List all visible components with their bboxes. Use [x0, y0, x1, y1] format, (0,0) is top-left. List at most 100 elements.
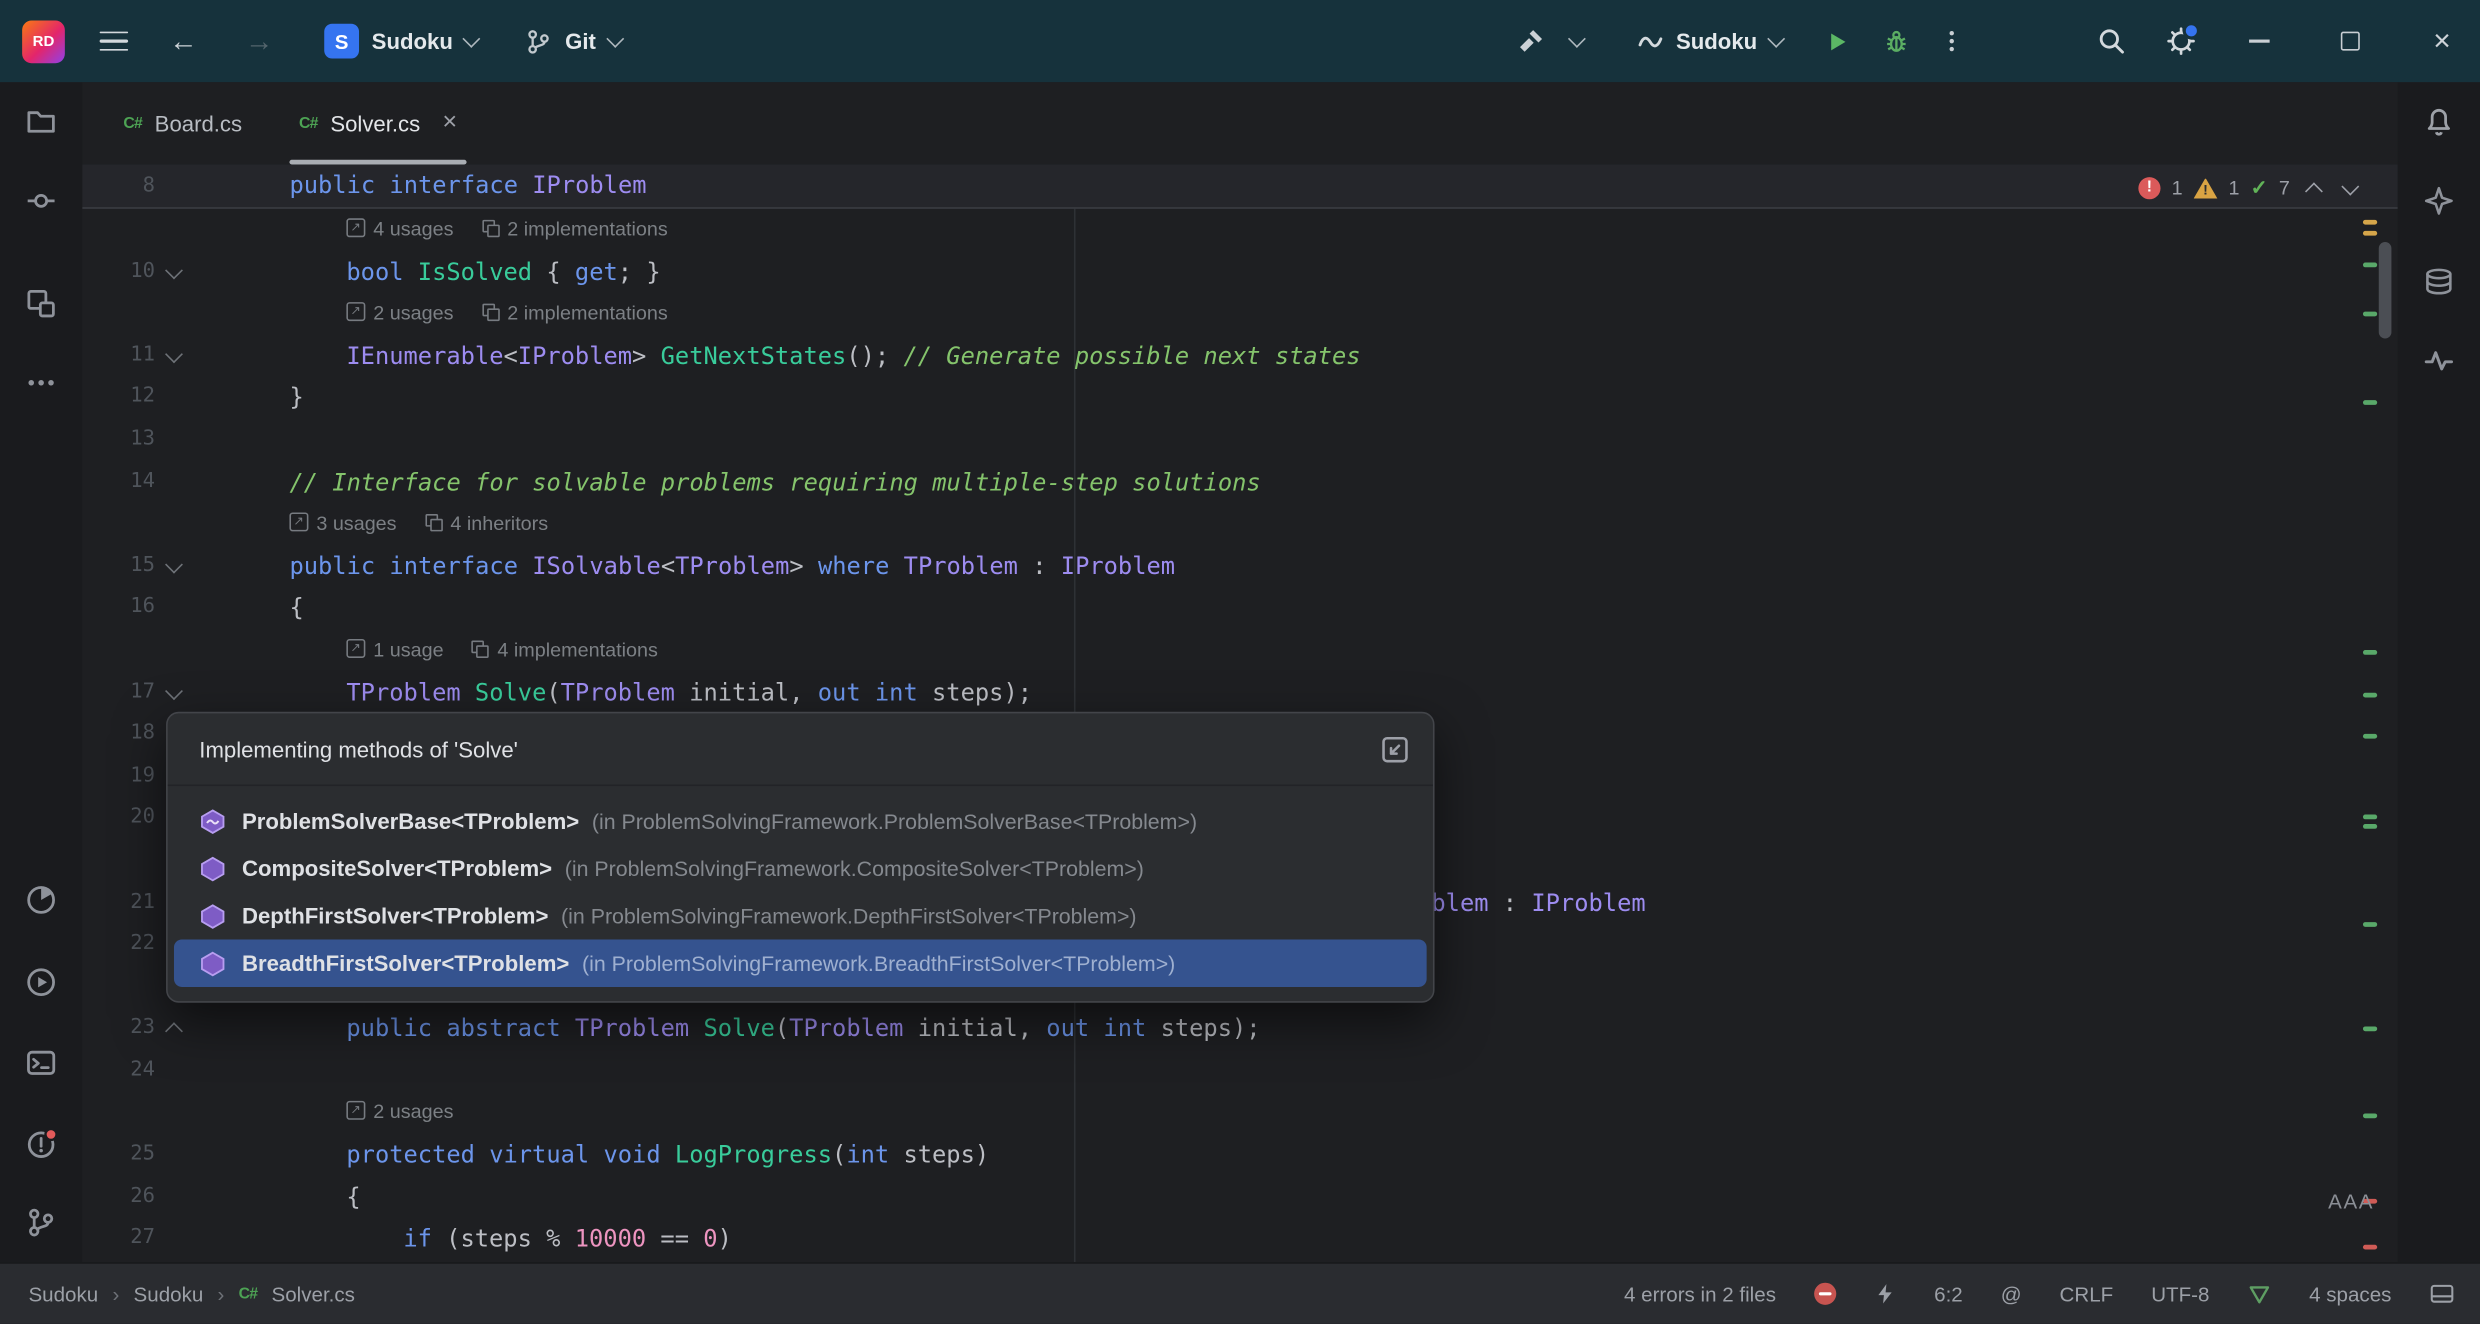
fold-toggle-icon[interactable]	[155, 545, 196, 587]
main-menu-button[interactable]	[100, 31, 128, 52]
fold-toggle-icon[interactable]	[155, 1008, 196, 1050]
maximize-button[interactable]	[2334, 25, 2366, 57]
encoding-selector[interactable]: UTF-8	[2151, 1282, 2209, 1306]
popup-item[interactable]: BreadthFirstSolver<TProblem>(in ProblemS…	[174, 939, 1427, 986]
terminal-tool-button[interactable]	[25, 1047, 57, 1079]
code-line[interactable]: 23public abstract TProblem Solve(TProble…	[82, 1008, 2398, 1050]
code-line[interactable]: 25protected virtual void LogProgress(int…	[82, 1134, 2398, 1176]
popup-item[interactable]: ProblemSolverBase<TProblem>(in ProblemSo…	[174, 797, 1427, 844]
inlay-hint[interactable]: 4 inheritors	[425, 513, 548, 535]
line-number[interactable]: 22	[82, 924, 155, 966]
structure-tool-button[interactable]	[25, 288, 57, 320]
indent-config[interactable]: 4 spaces	[2309, 1282, 2391, 1306]
stripe-mark[interactable]	[2363, 693, 2377, 698]
dnd-indicator-icon[interactable]	[1814, 1283, 1836, 1305]
next-problem-button[interactable]	[2337, 176, 2362, 201]
line-number[interactable]: 27	[82, 1218, 155, 1260]
font-size-widget[interactable]: AAA	[2328, 1189, 2374, 1213]
inlay-hint[interactable]: 1 usage	[346, 639, 443, 661]
popup-item[interactable]: CompositeSolver<TProblem>(in ProblemSolv…	[174, 845, 1427, 892]
run-button[interactable]	[1824, 28, 1851, 55]
stripe-mark[interactable]	[2363, 922, 2377, 927]
run-tool-button[interactable]	[25, 966, 57, 998]
inlay-hint[interactable]: 2 implementations	[482, 218, 668, 240]
line-number[interactable]: 8	[82, 164, 155, 207]
stripe-mark[interactable]	[2363, 400, 2377, 405]
code-line[interactable]: 13	[82, 419, 2398, 461]
breadcrumb-item[interactable]: Sudoku	[28, 1282, 98, 1306]
inlay-hint[interactable]: 4 usages	[346, 218, 453, 240]
stripe-mark[interactable]	[2363, 734, 2377, 739]
code-line[interactable]: 15public interface ISolvable<TProblem> w…	[82, 545, 2398, 587]
inlay-hint[interactable]: 4 implementations	[472, 639, 658, 661]
line-number[interactable]: 10	[82, 251, 155, 293]
line-number[interactable]: 19	[82, 756, 155, 798]
line-number[interactable]: 14	[82, 461, 155, 503]
code-line[interactable]: 3 usages4 inheritors	[82, 503, 2398, 545]
fold-toggle-icon[interactable]	[155, 251, 196, 293]
code-line[interactable]: 11IEnumerable<IProblem> GetNextStates();…	[82, 335, 2398, 377]
monitoring-tool-button[interactable]	[2423, 345, 2455, 377]
more-tools-button[interactable]	[25, 367, 57, 399]
problems-tool-button[interactable]	[25, 1128, 57, 1160]
notifications-bell-button[interactable]	[2423, 106, 2455, 138]
line-number[interactable]: 25	[82, 1134, 155, 1176]
fold-toggle-icon[interactable]	[155, 671, 196, 713]
profiler-tool-button[interactable]	[25, 884, 57, 916]
stripe-mark[interactable]	[2363, 1245, 2377, 1250]
project-widget[interactable]: S Sudoku	[324, 24, 478, 59]
stripe-mark[interactable]	[2363, 1026, 2377, 1031]
previous-problem-button[interactable]	[2301, 176, 2326, 201]
line-number[interactable]: 20	[82, 798, 155, 840]
line-number[interactable]: 24	[82, 1050, 155, 1092]
close-tab-icon[interactable]: ×	[442, 111, 457, 136]
at-symbol-icon[interactable]: @	[2001, 1282, 2022, 1306]
breadcrumb-item[interactable]: Solver.cs	[272, 1282, 355, 1306]
line-number[interactable]: 26	[82, 1176, 155, 1218]
inspections-widget[interactable]: 1 1 7	[2138, 168, 2362, 209]
stripe-mark[interactable]	[2363, 263, 2377, 268]
code-line[interactable]: 1 usage 4 implementations	[82, 629, 2398, 671]
line-number[interactable]: 15	[82, 545, 155, 587]
scrollbar-thumb[interactable]	[2379, 242, 2392, 338]
code-line[interactable]: 27if (steps % 10000 == 0)	[82, 1218, 2398, 1260]
inlay-hint[interactable]: 2 usages	[346, 1102, 453, 1124]
line-number[interactable]: 23	[82, 1008, 155, 1050]
minimize-button[interactable]	[2243, 25, 2275, 57]
line-number[interactable]: 11	[82, 335, 155, 377]
popup-item[interactable]: DepthFirstSolver<TProblem>(in ProblemSol…	[174, 892, 1427, 939]
line-number[interactable]: 17	[82, 671, 155, 713]
version-control-tool-button[interactable]	[25, 1207, 57, 1239]
stripe-mark[interactable]	[2363, 1113, 2377, 1118]
code-line[interactable]: 2 usages	[82, 1092, 2398, 1134]
close-window-button[interactable]: ×	[2426, 25, 2458, 57]
code-line[interactable]: 2 usages2 implementations	[82, 293, 2398, 335]
stripe-mark[interactable]	[2363, 815, 2377, 820]
more-actions-button[interactable]	[1939, 28, 1964, 53]
stripe-mark[interactable]	[2363, 312, 2377, 317]
power-save-icon[interactable]	[1874, 1283, 1896, 1305]
open-in-tool-window-icon[interactable]	[1379, 733, 1411, 765]
line-number[interactable]: 12	[82, 377, 155, 419]
line-ending-selector[interactable]: CRLF	[2060, 1282, 2114, 1306]
forward-button[interactable]: →	[245, 27, 273, 55]
settings-button[interactable]	[2167, 27, 2195, 55]
stripe-mark[interactable]	[2363, 220, 2377, 225]
build-button[interactable]	[1516, 27, 1544, 55]
code-line[interactable]: 10bool IsSolved { get; }	[82, 251, 2398, 293]
fold-toggle-icon[interactable]	[155, 335, 196, 377]
vcs-widget[interactable]: Git	[526, 28, 622, 55]
problems-summary[interactable]: 4 errors in 2 files	[1624, 1282, 1776, 1306]
code-line[interactable]: 24	[82, 1050, 2398, 1092]
line-number[interactable]: 13	[82, 419, 155, 461]
stripe-mark[interactable]	[2363, 650, 2377, 655]
database-tool-button[interactable]	[2423, 266, 2455, 298]
line-number[interactable]: 18	[82, 714, 155, 756]
code-line[interactable]: 17TProblem Solve(TProblem initial, out i…	[82, 671, 2398, 713]
tab-solver-cs[interactable]: C# Solver.cs ×	[271, 82, 486, 164]
popup-header[interactable]: Implementing methods of 'Solve'	[168, 713, 1433, 786]
caret-position[interactable]: 6:2	[1934, 1282, 1963, 1306]
sticky-line[interactable]: 8 public interface IProblem	[82, 164, 2398, 208]
inlay-hint[interactable]: 2 implementations	[482, 302, 668, 324]
inspection-profile-icon[interactable]	[2247, 1282, 2271, 1306]
